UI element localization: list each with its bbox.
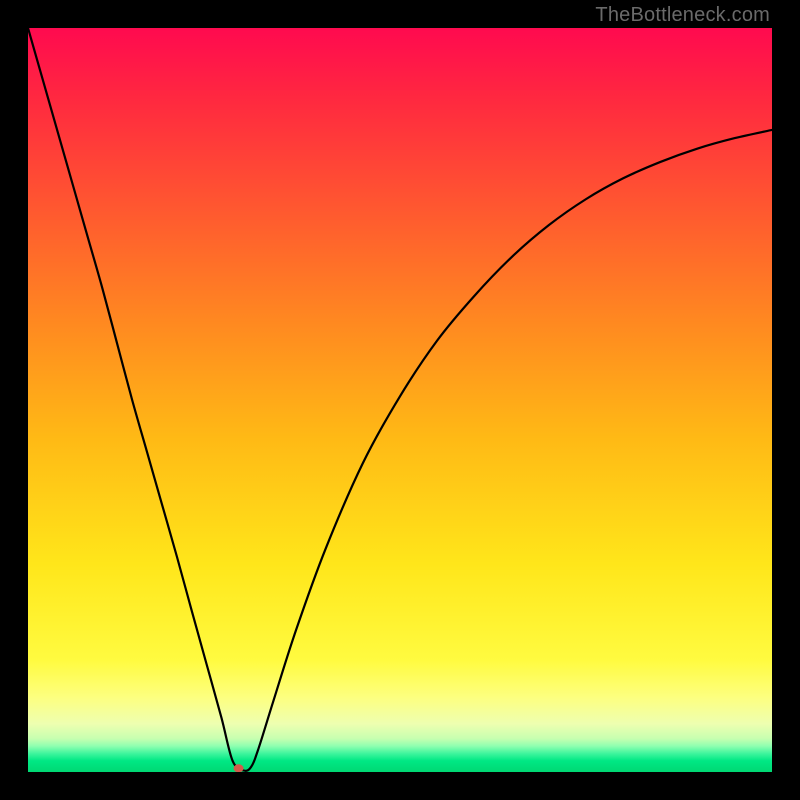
chart-frame (28, 28, 772, 772)
chart-background (28, 28, 772, 772)
optimum-marker (234, 764, 244, 772)
watermark-text: TheBottleneck.com (595, 4, 770, 27)
bottleneck-chart (28, 28, 772, 772)
